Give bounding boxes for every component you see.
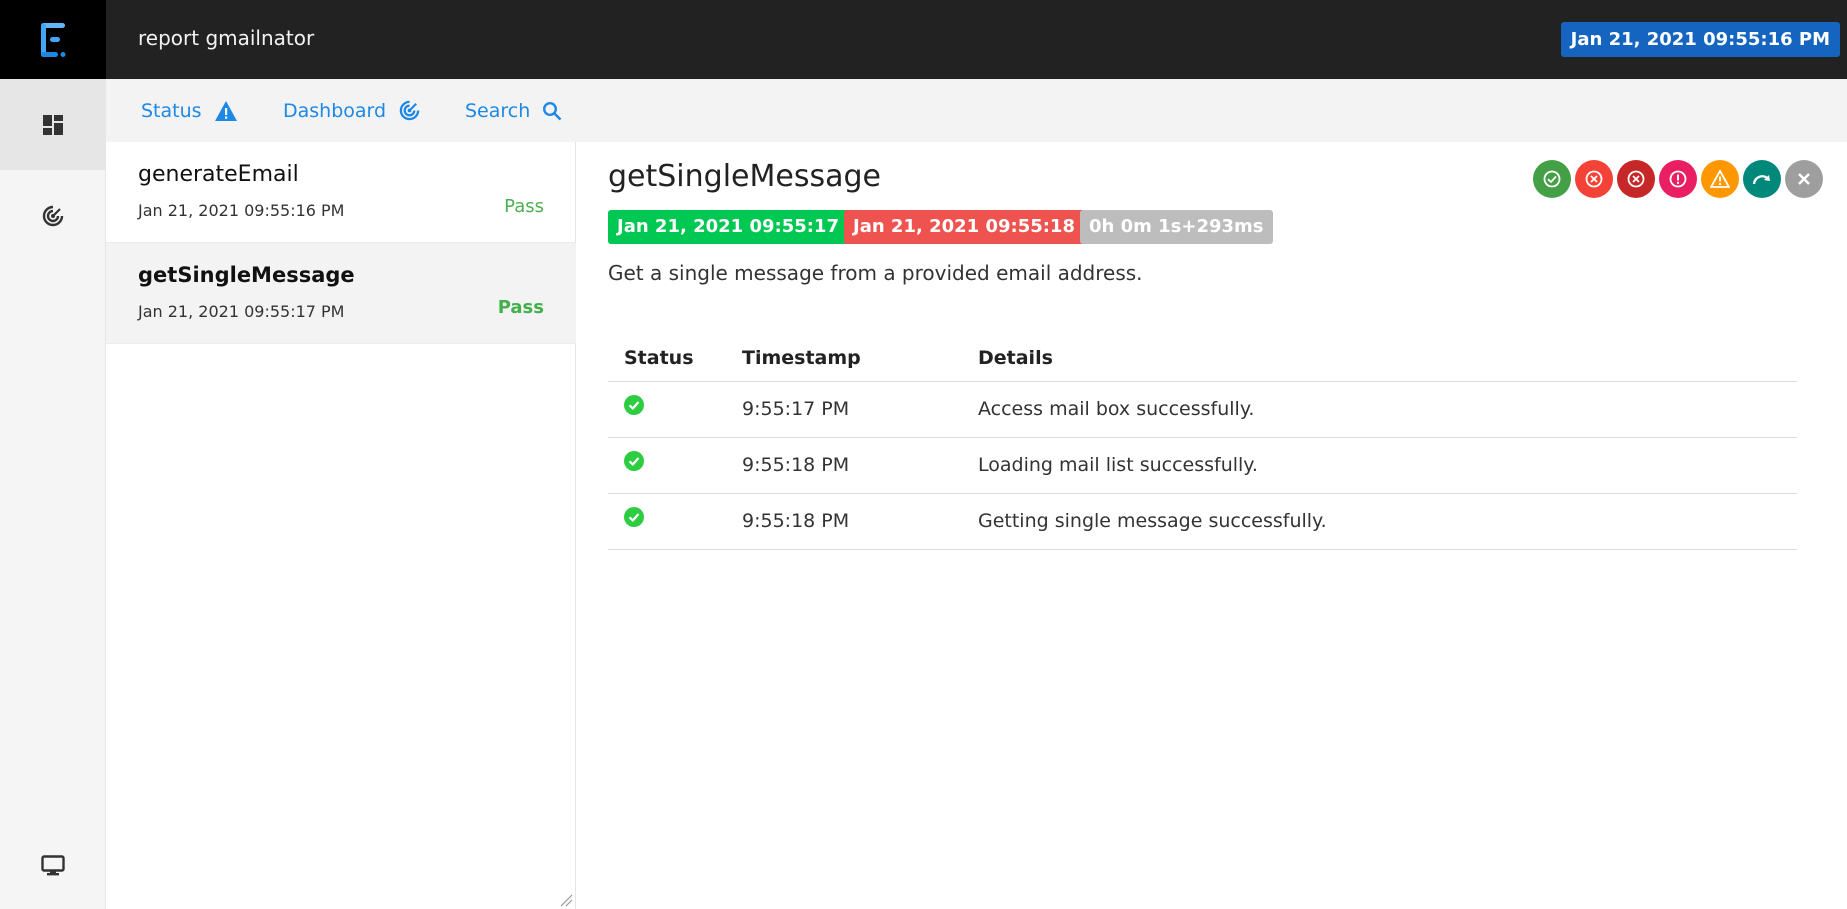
details-cell: Access mail box successfully. — [962, 381, 1797, 438]
radar-target-icon — [399, 100, 420, 121]
timestamp-cell: 9:55:18 PM — [726, 493, 962, 550]
left-nav — [0, 79, 106, 909]
radar-target-icon — [42, 205, 64, 226]
table-header-row: Status Timestamp Details — [608, 335, 1797, 382]
test-status: Pass — [497, 297, 544, 318]
nav-environment[interactable] — [0, 826, 106, 906]
search-link-label: Search — [465, 99, 531, 122]
resize-grip-icon[interactable] — [559, 893, 573, 907]
warning-triangle-icon — [214, 100, 237, 121]
monitor-icon — [41, 855, 65, 876]
status-filter-label: Status — [141, 99, 202, 122]
pass-check-icon — [624, 394, 644, 415]
steps-table: Status Timestamp Details 9:55:17 PM Acce… — [608, 335, 1797, 550]
table-row: 9:55:17 PM Access mail box successfully. — [608, 381, 1797, 438]
sub-nav: Status Dashboard Search — [106, 79, 1847, 142]
warning-triangle-icon — [1710, 170, 1730, 188]
pass-check-icon — [1543, 170, 1561, 188]
fatal-x-icon — [1627, 170, 1645, 188]
app-title: report gmailnator — [138, 26, 315, 50]
nav-dashboard[interactable] — [0, 170, 106, 261]
test-status: Pass — [504, 196, 544, 217]
details-cell: Getting single message successfully. — [962, 493, 1797, 550]
filter-fail-button[interactable] — [1575, 160, 1613, 198]
status-cell — [608, 381, 726, 438]
column-header-details: Details — [962, 335, 1797, 382]
logo[interactable] — [0, 0, 106, 79]
filter-fatal-button[interactable] — [1617, 160, 1655, 198]
filter-clear-button[interactable] — [1785, 160, 1823, 198]
test-list-item[interactable]: generateEmail Jan 21, 2021 09:55:16 PM P… — [106, 142, 576, 243]
column-header-timestamp: Timestamp — [726, 335, 962, 382]
error-exclamation-icon — [1669, 170, 1687, 188]
test-start-time: Jan 21, 2021 09:55:17 PM — [138, 302, 345, 321]
dashboard-link-label: Dashboard — [283, 99, 387, 122]
test-detail-pane: getSingleMessage Jan 21, 2021 09:55:17 P… — [577, 142, 1847, 909]
top-header: report gmailnator Jan 21, 2021 09:55:16 … — [0, 0, 1847, 79]
dashboard-link[interactable]: Dashboard — [283, 79, 421, 142]
test-name: getSingleMessage — [138, 263, 355, 287]
test-start-time: Jan 21, 2021 09:55:16 PM — [138, 201, 345, 220]
clear-x-icon — [1798, 173, 1810, 185]
test-description: Get a single message from a provided ema… — [608, 261, 1143, 285]
status-cell — [608, 437, 726, 494]
status-cell — [608, 493, 726, 550]
search-icon — [543, 101, 562, 120]
filter-warning-button[interactable] — [1701, 160, 1739, 198]
pass-check-icon — [624, 506, 644, 527]
timestamp-cell: 9:55:17 PM — [726, 381, 962, 438]
column-header-status: Status — [608, 335, 726, 382]
filter-error-button[interactable] — [1659, 160, 1697, 198]
status-filter-bar — [1533, 160, 1823, 198]
table-row: 9:55:18 PM Getting single message succes… — [608, 493, 1797, 550]
extent-logo-icon — [41, 22, 66, 57]
timestamp-cell: 9:55:18 PM — [726, 437, 962, 494]
details-cell: Loading mail list successfully. — [962, 437, 1797, 494]
report-date-badge: Jan 21, 2021 09:55:16 PM — [1560, 22, 1840, 57]
fail-x-icon — [1585, 170, 1603, 188]
duration-badge: 0h 0m 1s+293ms — [1080, 210, 1273, 244]
nav-test-view[interactable] — [0, 79, 106, 170]
test-list: generateEmail Jan 21, 2021 09:55:16 PM P… — [106, 142, 576, 909]
pass-check-icon — [624, 450, 644, 471]
status-filter-link[interactable]: Status — [141, 79, 238, 142]
dashboard-grid-icon — [43, 114, 63, 135]
filter-pass-button[interactable] — [1533, 160, 1571, 198]
test-list-item[interactable]: getSingleMessage Jan 21, 2021 09:55:17 P… — [106, 243, 576, 344]
test-name: generateEmail — [138, 162, 299, 187]
filter-skip-button[interactable] — [1743, 160, 1781, 198]
skip-arrow-icon — [1752, 175, 1770, 185]
table-row: 9:55:18 PM Loading mail list successfull… — [608, 437, 1797, 494]
test-detail-title: getSingleMessage — [608, 159, 881, 194]
search-link[interactable]: Search — [465, 79, 562, 142]
